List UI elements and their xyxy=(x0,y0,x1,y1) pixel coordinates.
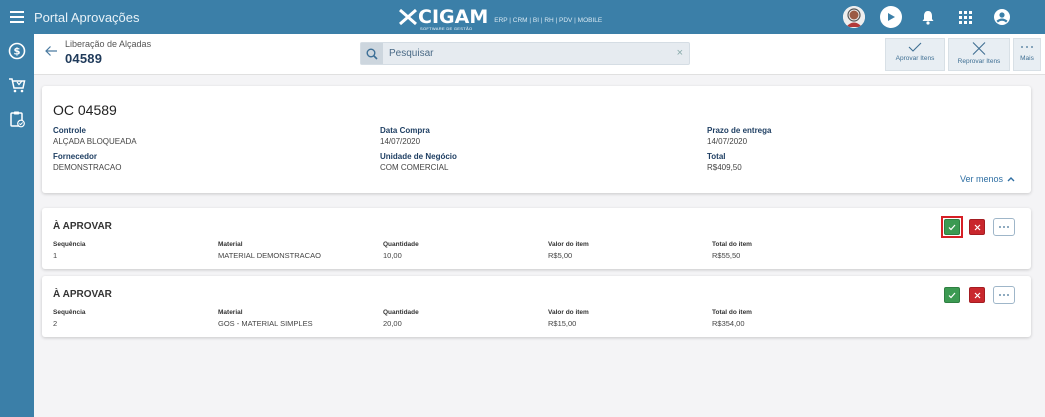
col-label-valor: Valor do item xyxy=(548,241,589,248)
total-label: Total xyxy=(707,152,726,161)
search-input[interactable] xyxy=(389,46,669,61)
cigam-logo-mark-icon xyxy=(399,8,417,26)
dollar-circle-icon: $ xyxy=(8,42,26,60)
order-summary-card: OC 04589 Controle ALÇADA BLOQUEADA Forne… xyxy=(42,86,1031,193)
menu-icon[interactable] xyxy=(0,0,34,34)
item-more-button[interactable] xyxy=(993,218,1015,236)
svg-text:$: $ xyxy=(14,47,21,58)
item-status: À APROVAR xyxy=(53,289,112,300)
clipboard-check-icon xyxy=(10,111,25,128)
rail-item-approvals[interactable] xyxy=(0,102,34,136)
rail-item-finance[interactable]: $ xyxy=(0,34,34,68)
col-label-total: Total do item xyxy=(712,241,752,248)
prazo-entrega-value: 14/07/2020 xyxy=(707,137,748,146)
controle-label: Controle xyxy=(53,126,86,135)
data-compra-label: Data Compra xyxy=(380,126,430,135)
approve-items-button[interactable]: Aprovar Itens xyxy=(885,38,945,71)
top-bar: Portal Aprovações CIGAM SOFTWARE DE GEST… xyxy=(0,0,1045,34)
approve-items-label: Aprovar Itens xyxy=(895,55,935,62)
item-status: À APROVAR xyxy=(53,221,112,232)
ver-menos-link[interactable]: Ver menos xyxy=(960,174,1015,184)
rail-item-purchases[interactable] xyxy=(0,68,34,102)
search-box: × xyxy=(360,42,690,65)
check-icon xyxy=(948,224,956,230)
approve-item-button[interactable] xyxy=(944,219,960,235)
prazo-entrega-label: Prazo de entrega xyxy=(707,126,772,135)
play-icon[interactable] xyxy=(880,6,902,28)
item-quantidade: 20,00 xyxy=(383,319,402,328)
col-label-quantidade: Quantidade xyxy=(383,309,419,316)
unidade-negocio-label: Unidade de Negócio xyxy=(380,152,457,161)
col-label-sequencia: Sequência xyxy=(53,241,86,248)
col-label-sequencia: Sequência xyxy=(53,309,86,316)
item-valor: R$15,00 xyxy=(548,319,577,328)
search-button[interactable] xyxy=(361,43,383,64)
close-icon xyxy=(972,42,986,55)
apps-grid-icon[interactable] xyxy=(954,6,976,28)
item-card: À APROVAR Sequência 1 Material MATERIAL … xyxy=(42,208,1031,269)
cart-icon xyxy=(9,78,26,93)
item-valor: R$5,00 xyxy=(548,251,573,260)
reject-item-button[interactable] xyxy=(969,219,985,235)
clear-search-icon[interactable]: × xyxy=(677,48,683,59)
page-header: Liberação de Alçadas 04589 × Aprovar Ite… xyxy=(34,34,1045,75)
approve-item-wrapper xyxy=(941,284,963,306)
more-icon xyxy=(999,294,1009,296)
back-arrow-icon[interactable] xyxy=(44,44,58,58)
reject-item-button[interactable] xyxy=(969,287,985,303)
approve-item-button[interactable] xyxy=(944,287,960,303)
approve-item-highlight xyxy=(941,216,963,238)
brand-products: ERP | CRM | BI | RH | PDV | MOBILE xyxy=(494,16,603,24)
more-actions-button[interactable]: Mais xyxy=(1013,38,1041,71)
bell-icon[interactable] xyxy=(917,6,939,28)
ver-menos-label: Ver menos xyxy=(959,174,1003,184)
order-title: OC 04589 xyxy=(53,102,117,118)
more-icon xyxy=(999,226,1009,228)
breadcrumb: Liberação de Alçadas xyxy=(65,39,152,49)
close-icon xyxy=(974,224,980,230)
reject-items-label: Reprovar Itens xyxy=(957,58,1001,65)
item-total: R$55,50 xyxy=(712,251,741,260)
unidade-negocio-value: COM COMERCIAL xyxy=(380,163,449,172)
reject-items-button[interactable]: Reprovar Itens xyxy=(948,38,1010,71)
item-sequencia: 1 xyxy=(53,251,58,260)
page-title: 04589 xyxy=(65,51,103,66)
account-circle-icon[interactable] xyxy=(991,6,1013,28)
avatar xyxy=(843,6,865,28)
more-icon xyxy=(1021,46,1033,48)
item-sequencia: 2 xyxy=(53,319,58,328)
side-rail: $ xyxy=(0,34,34,417)
brand-tagline: SOFTWARE DE GESTÃO xyxy=(420,26,473,31)
item-material: GOS - MATERIAL SIMPLES xyxy=(218,319,313,328)
app-title: Portal Aprovações xyxy=(34,9,140,25)
cigam-logo: CIGAM SOFTWARE DE GESTÃO ERP | CRM | BI … xyxy=(398,6,603,31)
user-avatar[interactable] xyxy=(843,6,865,28)
item-card: À APROVAR Sequência 2 Material GOS - MAT… xyxy=(42,276,1031,337)
check-icon xyxy=(908,42,922,52)
fornecedor-label: Fornecedor xyxy=(53,152,98,161)
col-label-material: Material xyxy=(218,241,243,248)
item-material: MATERIAL DEMONSTRACAO xyxy=(218,251,321,260)
item-quantidade: 10,00 xyxy=(383,251,402,260)
close-icon xyxy=(974,292,980,298)
more-actions-label: Mais xyxy=(1020,55,1034,62)
item-total: R$354,00 xyxy=(712,319,745,328)
data-compra-value: 14/07/2020 xyxy=(380,137,421,146)
fornecedor-value: DEMONSTRACAO xyxy=(53,163,122,172)
col-label-material: Material xyxy=(218,309,243,316)
controle-value: ALÇADA BLOQUEADA xyxy=(53,137,137,146)
chevron-up-icon xyxy=(1007,177,1015,182)
col-label-quantidade: Quantidade xyxy=(383,241,419,248)
brand-name: CIGAM xyxy=(418,6,489,28)
col-label-valor: Valor do item xyxy=(548,309,589,316)
check-icon xyxy=(948,292,956,298)
total-value: R$409,50 xyxy=(707,163,742,172)
col-label-total: Total do item xyxy=(712,309,752,316)
item-more-button[interactable] xyxy=(993,286,1015,304)
search-icon xyxy=(366,48,378,60)
